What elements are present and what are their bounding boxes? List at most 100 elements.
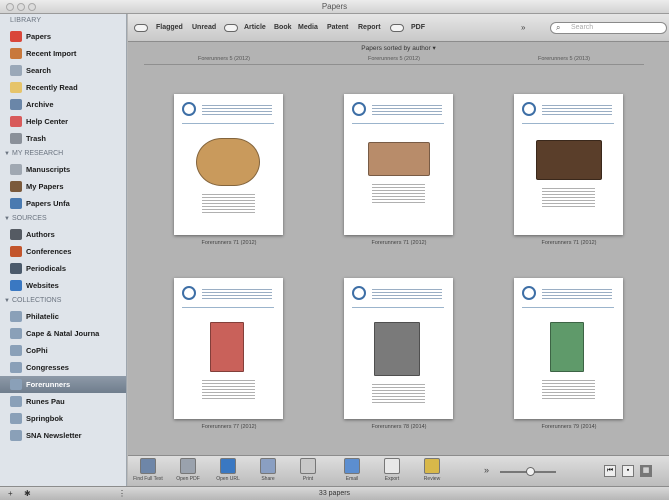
person-icon bbox=[10, 181, 22, 192]
sidebar-item-philatelic[interactable]: Philatelic bbox=[0, 308, 126, 325]
sidebar-item-recent-import[interactable]: Recent Import bbox=[0, 45, 126, 62]
search-field[interactable]: ⌕ Search bbox=[550, 22, 667, 34]
tool-export[interactable]: Export bbox=[374, 458, 410, 482]
sidebar-item-label: Runes Pau bbox=[26, 397, 65, 406]
sidebar-item-springbok[interactable]: Springbok bbox=[0, 410, 126, 427]
collection-icon bbox=[10, 345, 22, 356]
sidebar-item-recently-read[interactable]: Recently Read bbox=[0, 79, 126, 96]
paper-caption: Forerunners 78 (2014) bbox=[371, 424, 427, 430]
sidebar-item-cophi[interactable]: CoPhi bbox=[0, 342, 126, 359]
sidebar-item-help-center[interactable]: Help Center bbox=[0, 113, 126, 130]
sidebar-item-cape-natal-journa[interactable]: Cape & Natal Journa bbox=[0, 325, 126, 342]
view-grid-button[interactable]: ▦ bbox=[640, 465, 652, 477]
paper-card[interactable] bbox=[174, 278, 283, 419]
sidebar-item-forerunners[interactable]: Forerunners bbox=[0, 376, 126, 393]
sidebar-item-label: Periodicals bbox=[26, 264, 67, 273]
sidebar-item-periodicals[interactable]: Periodicals bbox=[0, 260, 126, 277]
paper-card[interactable] bbox=[514, 278, 623, 419]
collections-list: Philatelic Cape & Natal Journa CoPhi Congre… bbox=[0, 308, 126, 444]
window-titlebar: Papers bbox=[0, 0, 669, 14]
tool-email[interactable]: Email bbox=[334, 458, 370, 482]
paper-card[interactable] bbox=[514, 94, 623, 235]
disclosure-triangle-icon[interactable]: ▼ bbox=[4, 294, 12, 308]
collection-icon bbox=[10, 413, 22, 424]
header-lines bbox=[372, 289, 442, 299]
filter-report[interactable]: Report bbox=[358, 24, 381, 31]
filter-toggle[interactable] bbox=[134, 24, 148, 32]
sidebar-item-papers-unfa[interactable]: Papers Unfa bbox=[0, 195, 126, 212]
sidebar-item-label: Archive bbox=[26, 100, 54, 109]
filter-media[interactable]: Media bbox=[298, 24, 318, 31]
sidebar-item-label: Papers Unfa bbox=[26, 199, 70, 208]
filter-patent[interactable]: Patent bbox=[327, 24, 348, 31]
overflow-arrows-icon[interactable]: » bbox=[484, 465, 489, 475]
sidebar-item-sna-newsletter[interactable]: SNA Newsletter bbox=[0, 427, 126, 444]
sidebar-group-collections[interactable]: ▼ COLLECTIONS bbox=[0, 294, 126, 308]
sidebar-item-websites[interactable]: Websites bbox=[0, 277, 126, 294]
abstract-lines bbox=[372, 184, 425, 204]
papers-grid: Papers sorted by author ▾ Forerunners 5 … bbox=[128, 42, 669, 455]
filter-unread[interactable]: Unread bbox=[192, 24, 216, 31]
sidebar-item-label: CoPhi bbox=[26, 346, 48, 355]
overflow-arrows-icon[interactable]: » bbox=[521, 23, 525, 32]
sidebar-item-trash[interactable]: Trash bbox=[0, 130, 126, 147]
trash-icon bbox=[10, 133, 22, 144]
journal-logo-icon bbox=[352, 102, 366, 116]
disclosure-triangle-icon[interactable]: ▼ bbox=[4, 147, 12, 161]
sidebar-item-search[interactable]: Search bbox=[0, 62, 126, 79]
paper-caption: Forerunners 71 (2012) bbox=[371, 240, 427, 246]
sidebar-item-conferences[interactable]: Conferences bbox=[0, 243, 126, 260]
header-lines bbox=[202, 289, 272, 299]
top-row-caption: Forerunners 5 (2013) bbox=[538, 56, 590, 62]
paper-card[interactable] bbox=[344, 278, 453, 419]
view-page-button[interactable]: ▪ bbox=[622, 465, 634, 477]
sidebar-item-my-papers[interactable]: My Papers bbox=[0, 178, 126, 195]
row-separator bbox=[144, 64, 644, 65]
sidebar-item-manuscripts[interactable]: Manuscripts bbox=[0, 161, 126, 178]
filter-toggle[interactable] bbox=[390, 24, 404, 32]
sidebar-item-archive[interactable]: Archive bbox=[0, 96, 126, 113]
open-pdf-icon bbox=[180, 458, 196, 474]
tool-share[interactable]: Share bbox=[250, 458, 286, 482]
journal-logo-icon bbox=[352, 286, 366, 300]
collection-icon bbox=[10, 328, 22, 339]
tool-open-pdf[interactable]: Open PDF bbox=[170, 458, 206, 482]
paper-caption: Forerunners 71 (2012) bbox=[201, 240, 257, 246]
tool-print[interactable]: Print bbox=[290, 458, 326, 482]
sidebar-item-label: Congresses bbox=[26, 363, 69, 372]
sidebar-item-label: Trash bbox=[26, 134, 47, 143]
sidebar-item-label: Forerunners bbox=[26, 380, 71, 389]
library-list: Papers Recent Import Search Recently Read Ar… bbox=[0, 28, 126, 147]
disclosure-triangle-icon[interactable]: ▼ bbox=[4, 212, 12, 226]
tool-label: Share bbox=[261, 476, 275, 482]
sidebar-group-research[interactable]: ▼ MY RESEARCH bbox=[0, 147, 126, 161]
sidebar-item-congresses[interactable]: Congresses bbox=[0, 359, 126, 376]
sidebar-item-runes-pau[interactable]: Runes Pau bbox=[0, 393, 126, 410]
filter-pdf[interactable]: PDF bbox=[411, 24, 425, 31]
sidebar-item-label: Conferences bbox=[26, 247, 72, 256]
sidebar: LIBRARY Papers Recent Import Search Recentl… bbox=[0, 14, 127, 486]
tool-review[interactable]: Review bbox=[414, 458, 450, 482]
sidebar-item-authors[interactable]: Authors bbox=[0, 226, 126, 243]
research-list: Manuscripts My Papers Papers Unfa bbox=[0, 161, 126, 212]
journal-header bbox=[352, 286, 444, 308]
sources-list: Authors Conferences Periodicals Websites bbox=[0, 226, 126, 294]
filter-article[interactable]: Article bbox=[244, 24, 266, 31]
paper-card[interactable] bbox=[174, 94, 283, 235]
paper-count: 33 papers bbox=[318, 490, 351, 497]
paper-card[interactable] bbox=[344, 94, 453, 235]
filter-book[interactable]: Book bbox=[274, 24, 292, 31]
sidebar-group-sources[interactable]: ▼ SOURCES bbox=[0, 212, 126, 226]
sort-label[interactable]: Papers sorted by author ▾ bbox=[128, 44, 669, 52]
group-label: COLLECTIONS bbox=[12, 297, 62, 304]
sidebar-item-papers[interactable]: Papers bbox=[0, 28, 126, 45]
tool-find-full-text[interactable]: Find Full Text bbox=[130, 458, 166, 482]
email-icon bbox=[344, 458, 360, 474]
view-list-button[interactable]: ⏮ bbox=[604, 465, 616, 477]
tool-open-url[interactable]: Open URL bbox=[210, 458, 246, 482]
filter-flagged[interactable]: Flagged bbox=[156, 24, 183, 31]
zoom-slider-knob[interactable] bbox=[526, 467, 535, 476]
journal-header bbox=[522, 102, 614, 124]
filter-toggle[interactable] bbox=[224, 24, 238, 32]
journal-logo-icon bbox=[522, 102, 536, 116]
